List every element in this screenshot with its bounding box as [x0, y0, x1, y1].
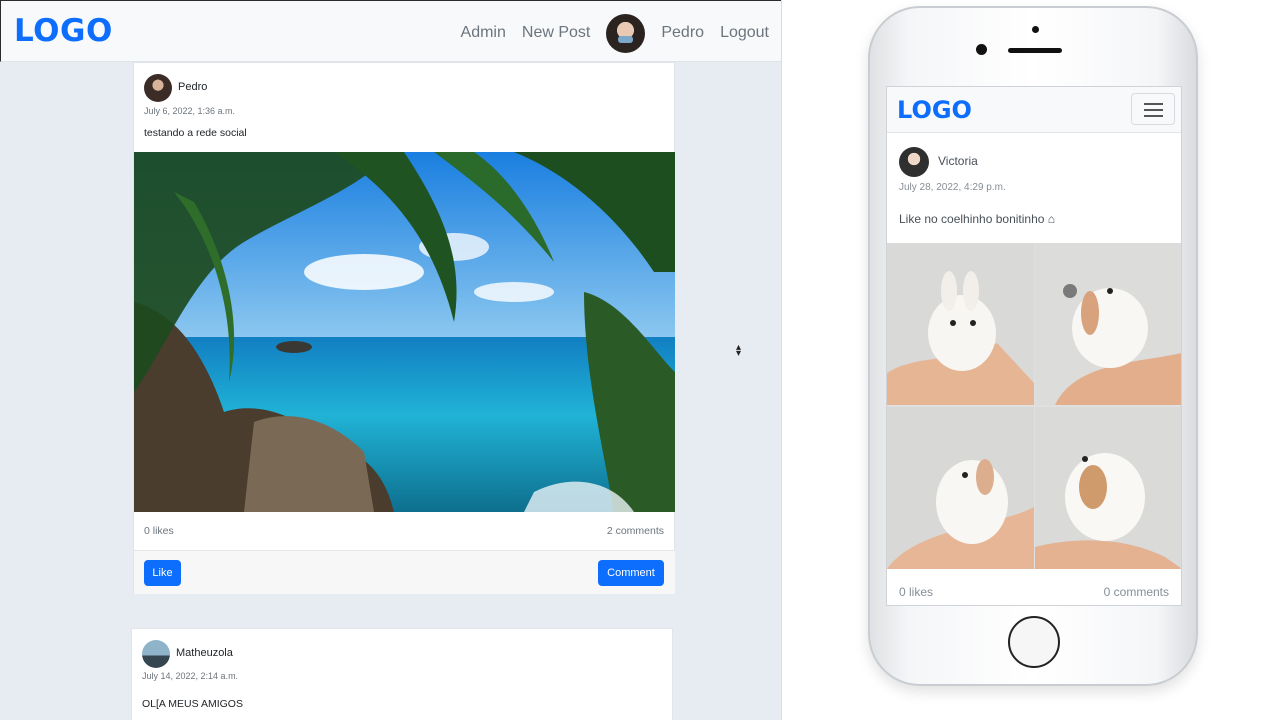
comments-count[interactable]: 2 comments: [607, 525, 664, 537]
post-date: July 14, 2022, 2:14 a.m.: [142, 671, 239, 681]
post-card: Matheuzola July 14, 2022, 2:14 a.m. OL[A…: [131, 628, 673, 720]
post-text: testando a rede social: [144, 127, 247, 139]
comment-button[interactable]: Comment: [598, 560, 664, 586]
resize-cursor-icon: ▴ ▾: [736, 342, 742, 359]
hamburger-icon-bar: [1144, 115, 1163, 117]
mobile-post-text: Like no coelhinho bonitinho: [899, 212, 1045, 226]
navbar: LOGO Admin New Post Pedro Logout: [0, 0, 781, 62]
mobile-author-avatar[interactable]: [899, 147, 929, 177]
hamburger-icon: [1144, 103, 1163, 105]
post-actions: Like Comment: [134, 550, 675, 594]
bunny-emoji-icon: ⌂: [1047, 212, 1056, 226]
like-button[interactable]: Like: [144, 560, 181, 586]
mobile-likes-count: 0 likes: [899, 585, 934, 599]
post-text: OL[A MEUS AMIGOS: [142, 698, 243, 710]
mobile-post-date: July 28, 2022, 4:29 p.m.: [899, 182, 1006, 193]
phone-mockup: LOGO Victoria July 28, 2022, 4:29 p.m. L…: [868, 6, 1198, 686]
post-image: [134, 152, 675, 512]
post-date: July 6, 2022, 1:36 a.m.: [144, 106, 236, 116]
bunny-photo-3: [887, 406, 1034, 569]
author-avatar[interactable]: [142, 640, 170, 668]
post-card: Pedro July 6, 2022, 1:36 a.m. testando a…: [133, 62, 675, 594]
nav-new-post-link[interactable]: New Post: [522, 24, 590, 42]
nav-links: Admin New Post Pedro Logout: [461, 13, 769, 53]
bunny-photo-4: [1035, 406, 1181, 569]
sensor-icon: [976, 44, 987, 55]
hamburger-menu-button[interactable]: [1131, 93, 1175, 125]
nav-logout-link[interactable]: Logout: [720, 24, 769, 42]
mobile-post-author[interactable]: Victoria: [938, 154, 978, 168]
mobile-comments-count[interactable]: 0 comments: [1104, 585, 1169, 599]
nav-admin-link[interactable]: Admin: [461, 24, 506, 42]
bunny-photo-1: [887, 243, 1034, 405]
beach-photo: [134, 152, 675, 512]
bunny-photo-2: [1035, 243, 1181, 405]
front-camera-icon: [1032, 26, 1039, 33]
desktop-browser-view: LOGO Admin New Post Pedro Logout Pedro J…: [0, 0, 782, 720]
nav-user-link[interactable]: Pedro: [661, 24, 704, 42]
mobile-post-text-row: Like no coelhinho bonitinho ⌂: [899, 212, 1055, 226]
hamburger-icon-bar: [1144, 109, 1163, 111]
home-button[interactable]: [1008, 616, 1060, 668]
mobile-post-image: [887, 243, 1181, 569]
likes-count: 0 likes: [144, 525, 174, 537]
author-avatar[interactable]: [144, 74, 172, 102]
mobile-brand-logo[interactable]: LOGO: [897, 96, 972, 124]
post-author[interactable]: Pedro: [178, 81, 207, 93]
phone-screen: LOGO Victoria July 28, 2022, 4:29 p.m. L…: [886, 86, 1182, 606]
speaker-icon: [1008, 48, 1062, 53]
brand-logo[interactable]: LOGO: [14, 13, 113, 49]
mobile-navbar: LOGO: [887, 87, 1181, 133]
post-author[interactable]: Matheuzola: [176, 647, 233, 659]
user-avatar[interactable]: [606, 13, 646, 53]
